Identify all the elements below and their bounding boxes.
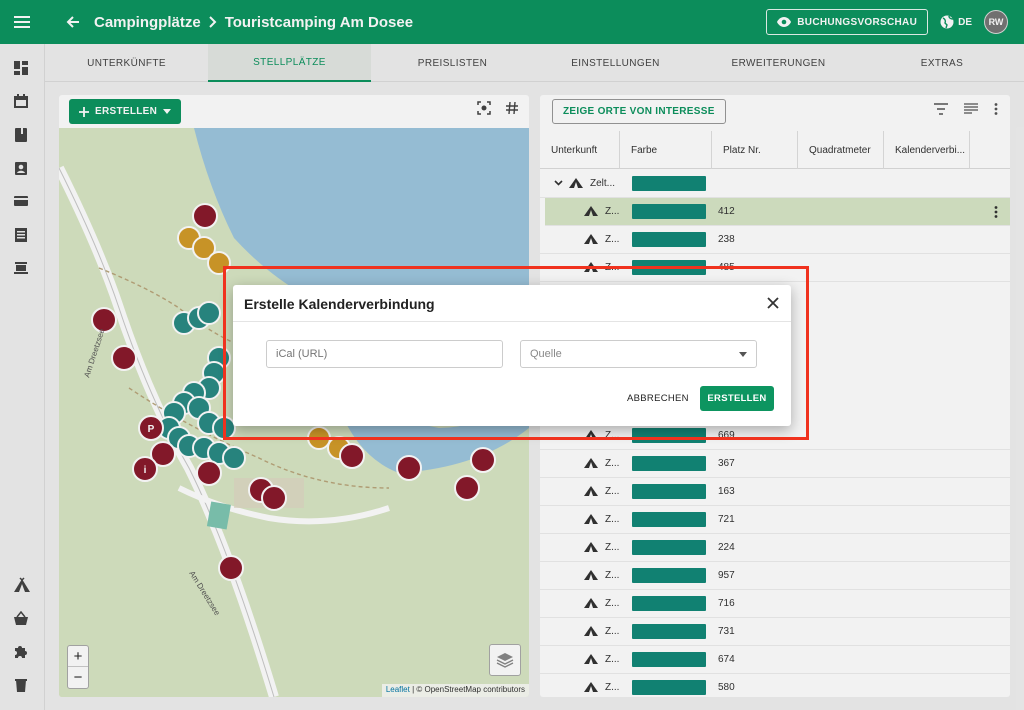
highlight-frame [223,266,809,440]
